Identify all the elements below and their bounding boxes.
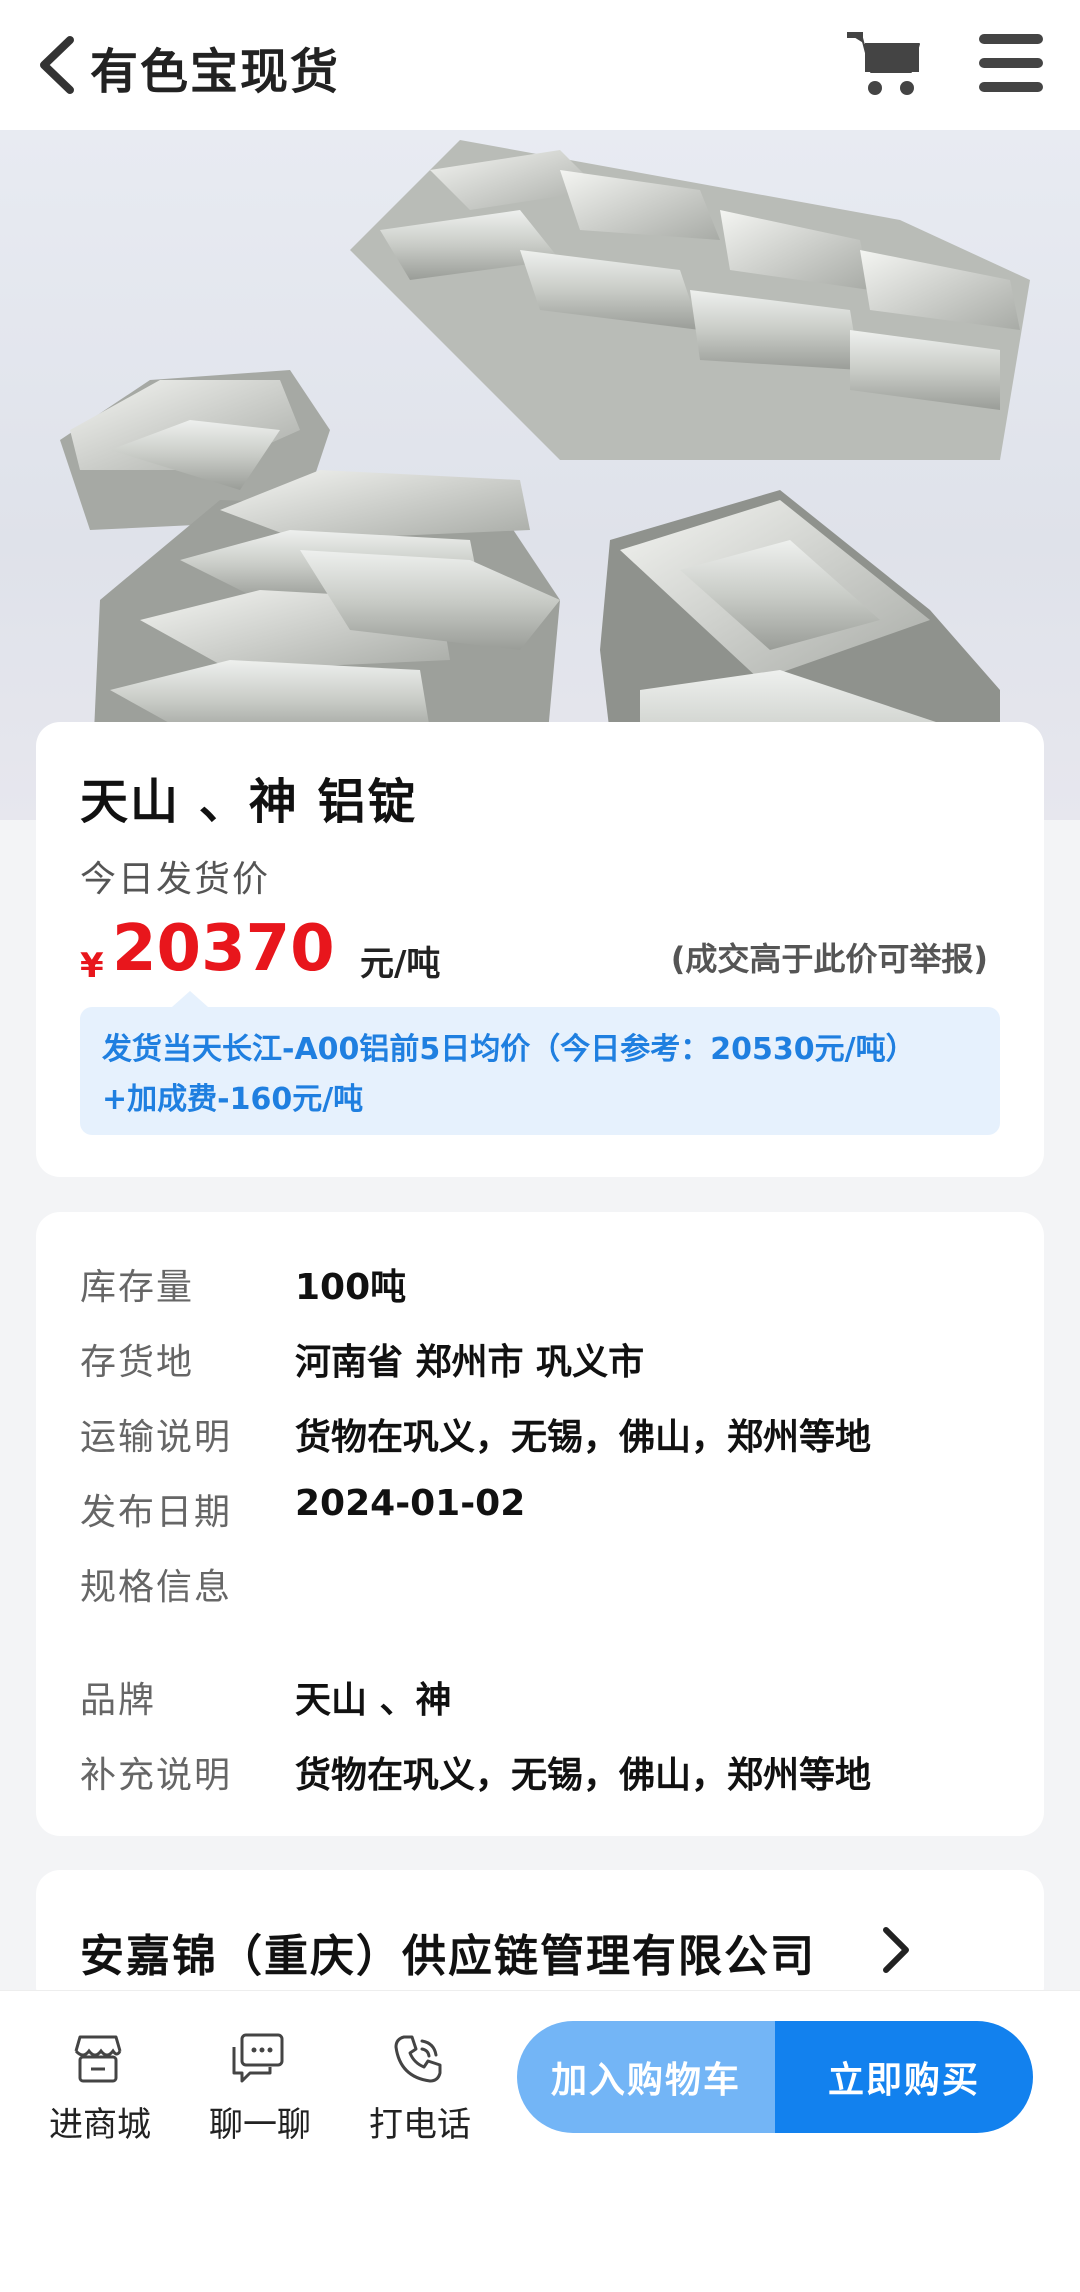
currency-symbol: ¥	[80, 946, 104, 986]
phone-icon	[394, 2035, 442, 2083]
call-label: 打电话	[369, 2105, 471, 2145]
price-caption: 今日发货价	[80, 859, 271, 900]
report-note[interactable]: (成交高于此价可举报)	[671, 934, 988, 980]
spec-value: 2024-01-02	[295, 1483, 526, 1524]
chat-icon	[232, 2033, 284, 2083]
store-button[interactable]: 进商城	[25, 2031, 165, 2145]
spec-value: 河南省 郑州市 巩义市	[295, 1342, 645, 1383]
price-formula: 发货当天长江-A00铝前5日均价（今日参考：20530元/吨） +加成费-160…	[80, 991, 1000, 1135]
price-value: 20370	[112, 912, 335, 986]
back-button[interactable]	[30, 30, 90, 100]
spec-row-notes: 补充说明 货物在巩义，无锡，佛山，郑州等地	[80, 1738, 1010, 1798]
spec-row-brand: 品牌 天山 、神	[80, 1663, 1010, 1723]
spec-row-location: 存货地 河南省 郑州市 巩义市	[80, 1325, 1010, 1385]
purchase-button-group: 加入购物车 立即购买	[517, 2021, 1033, 2133]
spec-label: 存货地	[80, 1342, 195, 1383]
buy-now-button[interactable]: 立即购买	[775, 2021, 1033, 2133]
spec-value: 货物在巩义，无锡，佛山，郑州等地	[295, 1755, 872, 1796]
product-image[interactable]	[0, 130, 1080, 820]
aluminum-ingots-image	[60, 140, 1030, 820]
chat-label: 聊一聊	[209, 2105, 311, 2145]
spec-value: 货物在巩义，无锡，佛山，郑州等地	[295, 1417, 872, 1458]
spec-label: 运输说明	[80, 1417, 233, 1458]
price-card: 天山 、神 铝锭 今日发货价 ¥ 20370 元/吨 (成交高于此价可举报) 发…	[36, 722, 1044, 1177]
seller-name[interactable]: 安嘉锦（重庆）供应链管理有限公司	[80, 1920, 865, 1980]
spec-row-shipping: 运输说明 货物在巩义，无锡，佛山，郑州等地	[80, 1400, 1010, 1460]
spec-value: 天山 、神	[295, 1680, 452, 1721]
store-label: 进商城	[49, 2105, 151, 2145]
spec-label: 规格信息	[80, 1567, 233, 1608]
shopping-cart-icon	[847, 32, 920, 95]
spec-label: 库存量	[80, 1267, 195, 1308]
chevron-right-icon	[883, 1927, 909, 1973]
price-unit: 元/吨	[360, 944, 441, 984]
bottom-safe-area	[0, 2165, 1080, 2292]
spec-label: 发布日期	[80, 1492, 233, 1533]
seller-card[interactable]: 安嘉锦（重庆）供应链管理有限公司	[36, 1870, 1044, 2010]
spec-row-specification: 规格信息	[80, 1550, 1010, 1610]
app-header: 有色宝现货	[0, 0, 1080, 130]
page-title: 有色宝现货	[90, 44, 341, 100]
price-row: ¥ 20370 元/吨 (成交高于此价可举报)	[80, 912, 1030, 992]
spec-value: 100吨	[295, 1267, 407, 1308]
bottom-action-bar: 进商城 聊一聊 打电话 加入购物车 立即购买	[0, 1990, 1080, 2165]
call-button[interactable]: 打电话	[345, 2031, 485, 2145]
product-title: 天山 、神 铝锭	[80, 774, 418, 830]
store-icon	[74, 2035, 122, 2083]
hamburger-menu-icon	[979, 34, 1043, 92]
formula-line-2: +加成费-160元/吨	[102, 1082, 364, 1117]
chat-button[interactable]: 聊一聊	[185, 2031, 325, 2145]
spec-row-date: 发布日期 2024-01-02	[80, 1475, 1010, 1535]
specs-card: 库存量 100吨 存货地 河南省 郑州市 巩义市 运输说明 货物在巩义，无锡，佛…	[36, 1212, 1044, 1836]
spec-label: 品牌	[80, 1680, 157, 1721]
add-to-cart-button[interactable]: 加入购物车	[517, 2021, 775, 2133]
formula-line-1: 发货当天长江-A00铝前5日均价（今日参考：20530元/吨）	[102, 1032, 916, 1067]
spec-label: 补充说明	[80, 1755, 233, 1796]
cart-button[interactable]	[845, 28, 925, 100]
chevron-left-icon	[40, 36, 74, 94]
spec-row-stock: 库存量 100吨	[80, 1250, 1010, 1310]
menu-button[interactable]	[975, 30, 1047, 96]
